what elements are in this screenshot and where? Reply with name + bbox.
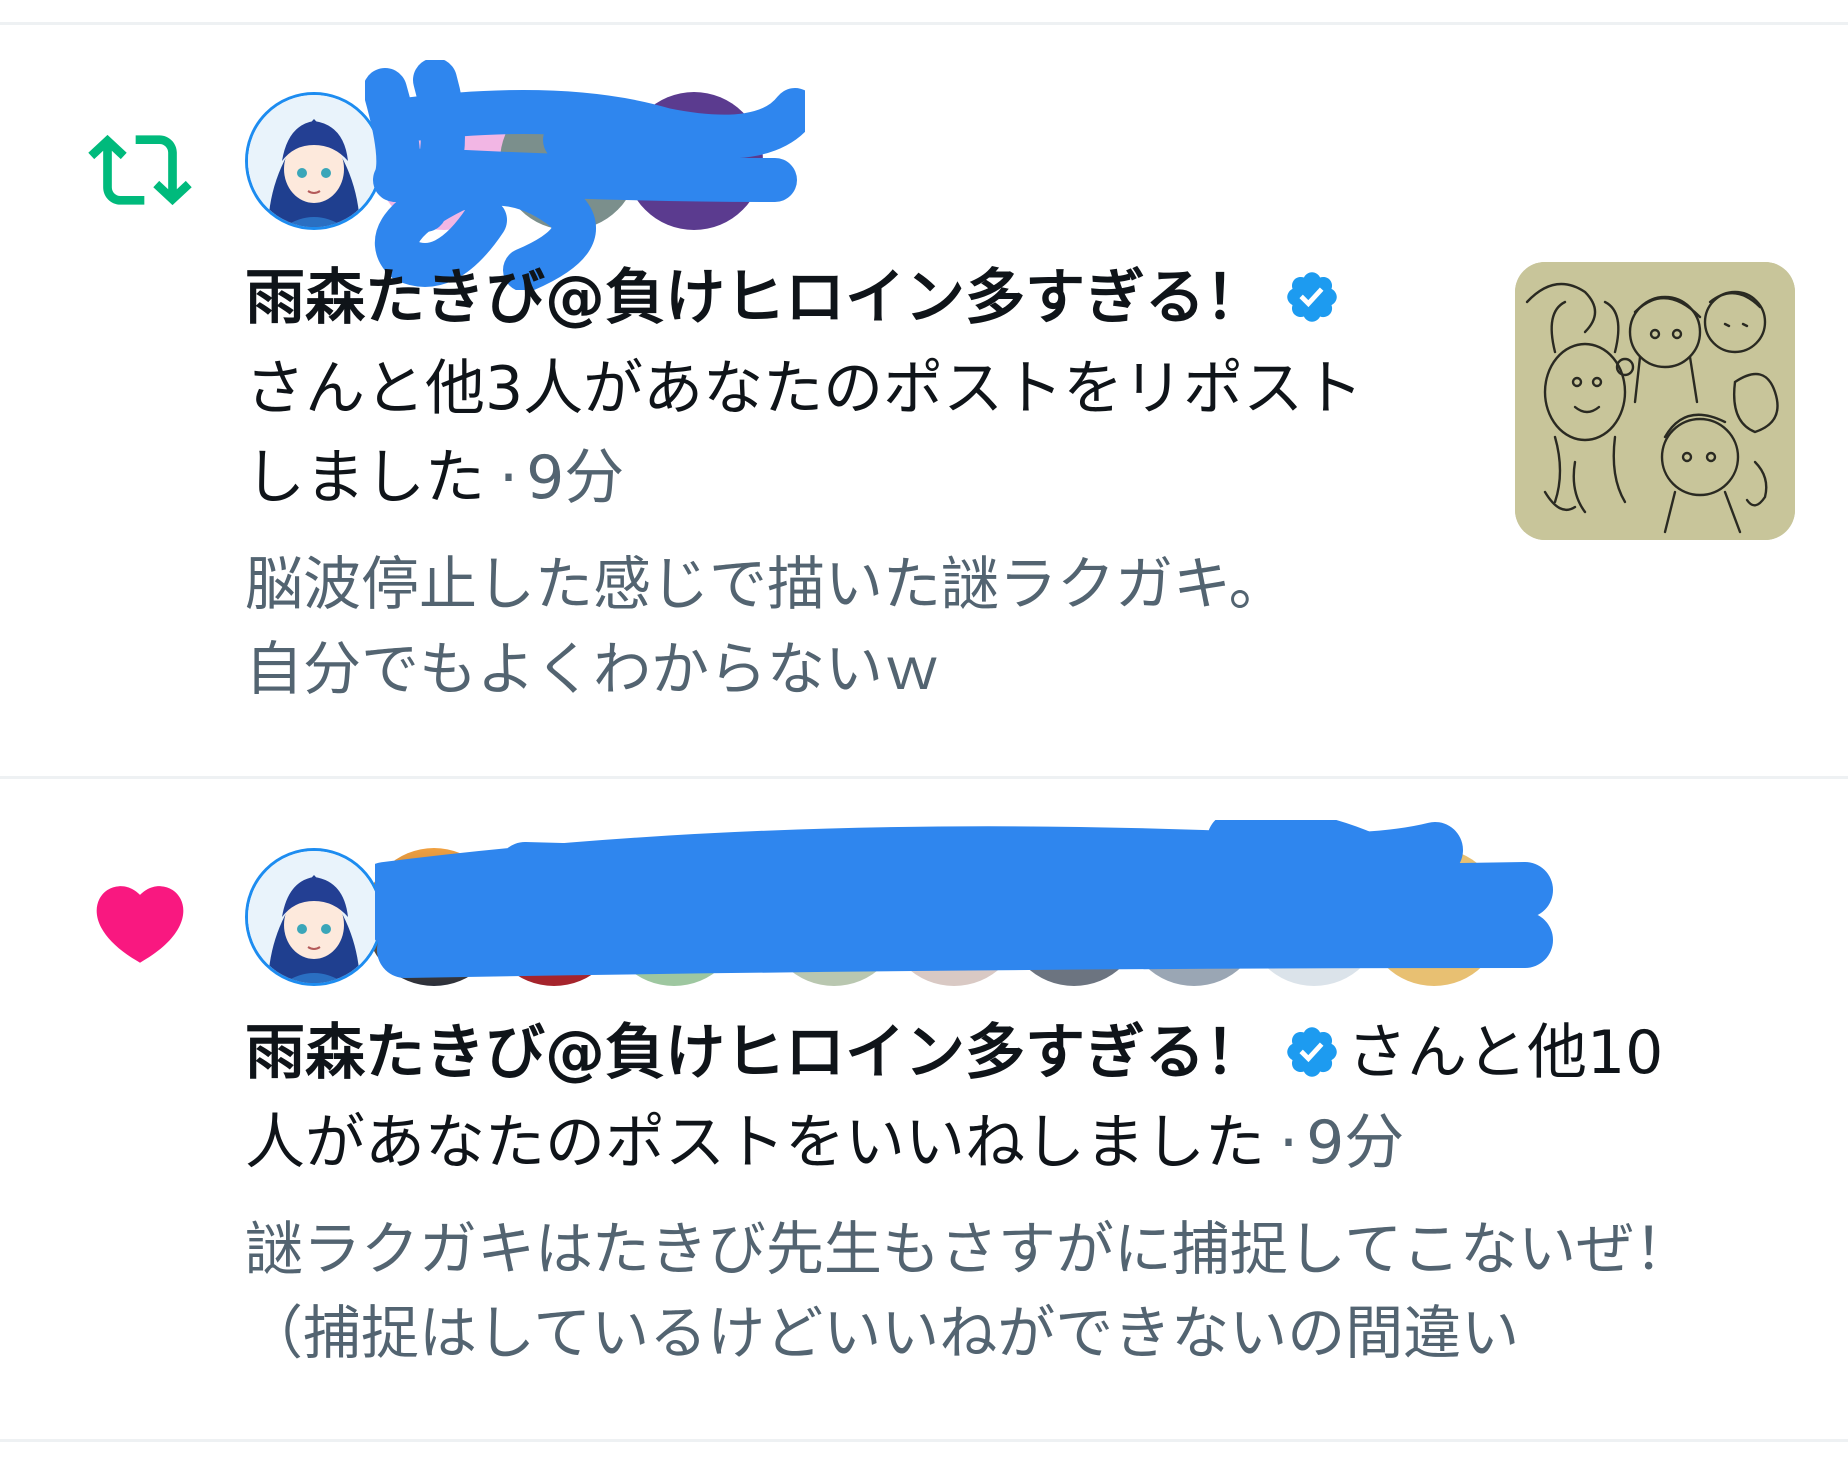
action-text: しました <box>245 443 485 513</box>
like-notification[interactable]: 雨森たきび@負けヒロイン多すぎる！ さんと他10 人があなたのポストをいいねしまし… <box>0 779 1848 1439</box>
actor-line: 雨森たきび@負けヒロイン多すぎる！ <box>245 254 1347 342</box>
separator-dot: · <box>1279 1108 1299 1178</box>
avatar[interactable] <box>1245 848 1383 986</box>
post-snippet-line: 謎ラクガキはたきび先生もさすがに捕捉してこないぜ！ <box>245 1215 1693 1283</box>
avatar[interactable] <box>885 848 1023 986</box>
user-name[interactable]: 雨森たきび@負けヒロイン多すぎる！ <box>245 263 1265 333</box>
timestamp[interactable]: 9分 <box>1306 1108 1404 1178</box>
avatar[interactable] <box>375 92 513 230</box>
action-text: さんと他10 <box>1347 1018 1664 1088</box>
avatar[interactable] <box>1125 848 1263 986</box>
verified-badge-icon <box>1287 1027 1337 1077</box>
avatar[interactable] <box>485 848 623 986</box>
avatar[interactable] <box>365 848 503 986</box>
action-line-continued: 人があなたのポストをいいねしました · 9分 <box>245 1099 1404 1187</box>
verified-badge-icon <box>1287 272 1337 322</box>
post-snippet-line: 自分でもよくわからないｗ <box>245 635 942 703</box>
avatar-amamori[interactable] <box>245 92 383 230</box>
avatar-amamori[interactable] <box>245 848 383 986</box>
action-line: さんと他3人があなたのポストをリポスト <box>245 354 1364 424</box>
anime-girl-avatar-icon <box>248 95 380 227</box>
bottom-divider <box>0 1439 1848 1442</box>
separator-dot: · <box>499 443 519 513</box>
post-thumbnail[interactable] <box>1515 262 1795 540</box>
actor-line: 雨森たきび@負けヒロイン多すぎる！ さんと他10 <box>245 1009 1663 1097</box>
sketch-image-icon <box>1515 262 1795 540</box>
post-snippet-line: （捕捉はしているけどいいねができないの間違い <box>245 1299 1520 1367</box>
timestamp[interactable]: 9分 <box>526 443 624 513</box>
user-name[interactable]: 雨森たきび@負けヒロイン多すぎる！ <box>245 1018 1265 1088</box>
repost-icon <box>88 134 192 206</box>
avatar[interactable] <box>605 848 743 986</box>
post-snippet-line: 脳波停止した感じで描いた謎ラクガキ。 <box>245 550 1287 618</box>
heart-icon <box>96 886 184 963</box>
avatar-stack <box>245 820 1595 990</box>
anime-girl-avatar-icon <box>248 851 380 983</box>
avatar[interactable] <box>1365 848 1503 986</box>
avatar[interactable] <box>625 92 763 230</box>
avatar[interactable] <box>765 848 903 986</box>
avatar-stack <box>245 60 1595 290</box>
avatar[interactable] <box>1005 848 1143 986</box>
repost-notification[interactable]: 雨森たきび@負けヒロイン多すぎる！ さんと他3人があなたのポストをリポスト しま… <box>0 0 1848 776</box>
avatar[interactable] <box>500 92 638 230</box>
action-text: 人があなたのポストをいいねしました <box>245 1108 1265 1178</box>
action-line-continued: しました · 9分 <box>245 434 624 522</box>
